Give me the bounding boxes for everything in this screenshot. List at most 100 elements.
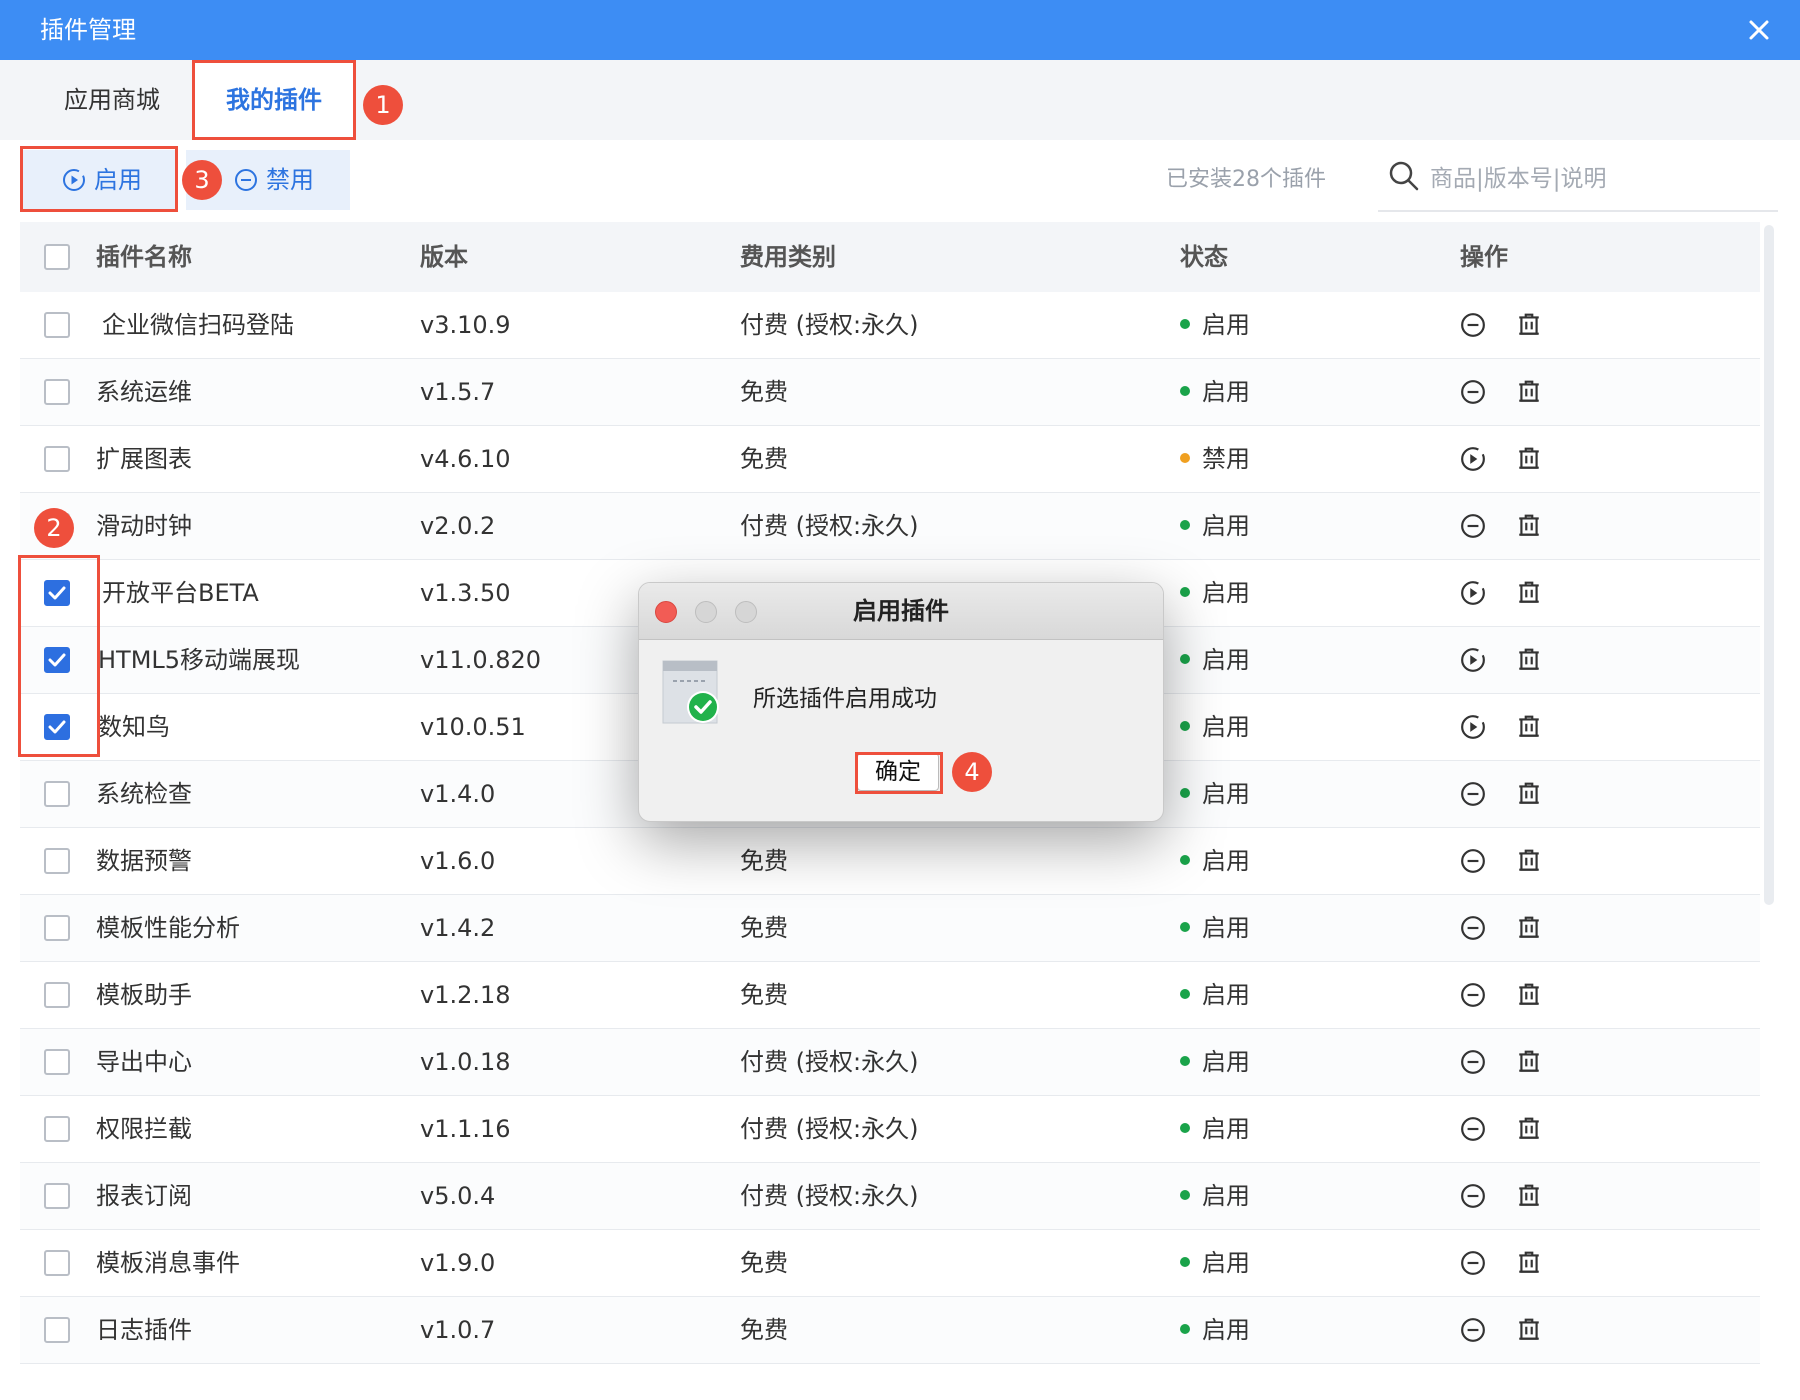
status-label: 启用 (1202, 713, 1250, 741)
disable-plugin-icon[interactable] (1460, 312, 1486, 338)
row-checkbox[interactable] (44, 848, 70, 874)
plugin-name: 模板助手 (96, 981, 192, 1009)
search-icon (1389, 161, 1419, 191)
trash-icon[interactable] (1516, 513, 1542, 539)
search-input[interactable] (1428, 158, 1772, 200)
plugin-fee: 免费 (740, 1316, 788, 1344)
row-checkbox[interactable] (44, 781, 70, 807)
status-label: 启用 (1202, 1316, 1250, 1344)
plugin-version: v1.2.18 (420, 981, 511, 1009)
table-row[interactable]: 导出中心 v1.0.18 付费 (授权:永久) 启用 (20, 1029, 1760, 1096)
table-row[interactable]: 模板性能分析 v1.4.2 免费 启用 (20, 895, 1760, 962)
enable-plugin-icon[interactable] (1460, 714, 1486, 740)
installed-count: 已安装28个插件 (1166, 167, 1326, 192)
table-row[interactable]: 日志插件 v1.0.7 免费 启用 (20, 1297, 1760, 1364)
plugin-name: 权限拦截 (96, 1115, 192, 1143)
disable-plugin-icon[interactable] (1460, 379, 1486, 405)
header-name: 插件名称 (96, 243, 192, 271)
trash-icon[interactable] (1516, 915, 1542, 941)
trash-icon[interactable] (1516, 379, 1542, 405)
row-checkbox[interactable] (44, 379, 70, 405)
close-icon[interactable] (1744, 15, 1774, 45)
plugin-fee: 付费 (授权:永久) (740, 1048, 919, 1076)
disable-plugin-icon[interactable] (1460, 1049, 1486, 1075)
trash-icon[interactable] (1516, 647, 1542, 673)
row-checkbox[interactable] (44, 915, 70, 941)
trash-icon[interactable] (1516, 1317, 1542, 1343)
header-fee: 费用类别 (740, 243, 836, 271)
trash-icon[interactable] (1516, 580, 1542, 606)
tab-app-store[interactable]: 应用商城 (40, 60, 184, 140)
row-checkbox[interactable] (44, 1116, 70, 1142)
plugin-version: v5.0.4 (420, 1182, 496, 1210)
plugin-fee: 免费 (740, 914, 788, 942)
disable-plugin-icon[interactable] (1460, 848, 1486, 874)
row-checkbox[interactable] (44, 312, 70, 338)
disable-plugin-icon[interactable] (1460, 1183, 1486, 1209)
status-label: 启用 (1202, 512, 1250, 540)
row-checkbox[interactable] (44, 1317, 70, 1343)
status-label: 启用 (1202, 981, 1250, 1009)
trash-icon[interactable] (1516, 848, 1542, 874)
plugin-version: v11.0.820 (420, 646, 542, 674)
dialog-titlebar: 启用插件 (639, 583, 1163, 640)
enable-plugin-icon[interactable] (1460, 446, 1486, 472)
trash-icon[interactable] (1516, 781, 1542, 807)
trash-icon[interactable] (1516, 1183, 1542, 1209)
plugin-status: 启用 (1180, 560, 1250, 626)
plugin-status: 禁用 (1180, 426, 1250, 492)
table-row[interactable]: 企业微信扫码登陆 v3.10.9 付费 (授权:永久) 启用 (20, 292, 1760, 359)
row-checkbox[interactable] (44, 1250, 70, 1276)
table-row[interactable]: 系统运维 v1.5.7 免费 启用 (20, 359, 1760, 426)
table-row[interactable]: 模板消息事件 v1.9.0 免费 启用 (20, 1230, 1760, 1297)
row-checkbox[interactable] (44, 1183, 70, 1209)
plugin-name: 日志插件 (96, 1316, 192, 1344)
trash-icon[interactable] (1516, 1049, 1542, 1075)
table-row[interactable]: 数据预警 v1.6.0 免费 启用 (20, 828, 1760, 895)
trash-icon[interactable] (1516, 446, 1542, 472)
trash-icon[interactable] (1516, 982, 1542, 1008)
plugin-status: 启用 (1180, 1230, 1250, 1296)
plugin-fee: 免费 (740, 445, 788, 473)
plugin-name: 企业微信扫码登陆 (102, 311, 294, 339)
scrollbar[interactable] (1764, 225, 1774, 905)
disable-plugin-icon[interactable] (1460, 1317, 1486, 1343)
plugin-status: 启用 (1180, 1163, 1250, 1229)
status-dot-icon (1180, 1056, 1190, 1066)
row-checkbox[interactable] (44, 1049, 70, 1075)
plugin-status: 启用 (1180, 828, 1250, 894)
plugin-fee: 免费 (740, 1249, 788, 1277)
table-row[interactable]: 扩展图表 v4.6.10 免费 禁用 (20, 426, 1760, 493)
trash-icon[interactable] (1516, 714, 1542, 740)
plugin-name: 滑动时钟 (96, 512, 192, 540)
row-checkbox[interactable] (44, 446, 70, 472)
table-row[interactable]: 滑动时钟 v2.0.2 付费 (授权:永久) 启用 (20, 493, 1760, 560)
status-label: 启用 (1202, 378, 1250, 406)
header-actions: 操作 (1460, 243, 1508, 271)
disable-plugin-icon[interactable] (1460, 781, 1486, 807)
plugin-version: v1.4.2 (420, 914, 496, 942)
trash-icon[interactable] (1516, 1250, 1542, 1276)
plugin-status: 启用 (1180, 962, 1250, 1028)
trash-icon[interactable] (1516, 1116, 1542, 1142)
annotation-box-1 (192, 60, 356, 140)
plugin-version: v1.0.18 (420, 1048, 511, 1076)
disable-plugin-icon[interactable] (1460, 1250, 1486, 1276)
select-all-checkbox[interactable] (44, 244, 70, 270)
plugin-name: HTML5移动端展现 (98, 646, 301, 674)
disable-plugin-icon[interactable] (1460, 915, 1486, 941)
row-checkbox[interactable] (44, 982, 70, 1008)
enable-plugin-icon[interactable] (1460, 647, 1486, 673)
table-row[interactable]: 报表订阅 v5.0.4 付费 (授权:永久) 启用 (20, 1163, 1760, 1230)
table-row[interactable]: 权限拦截 v1.1.16 付费 (授权:永久) 启用 (20, 1096, 1760, 1163)
enable-plugin-icon[interactable] (1460, 580, 1486, 606)
status-label: 启用 (1202, 1249, 1250, 1277)
plugin-fee: 免费 (740, 981, 788, 1009)
trash-icon[interactable] (1516, 312, 1542, 338)
minus-circle-icon (235, 169, 257, 191)
disable-plugin-icon[interactable] (1460, 982, 1486, 1008)
disable-plugin-icon[interactable] (1460, 1116, 1486, 1142)
table-row[interactable]: 模板助手 v1.2.18 免费 启用 (20, 962, 1760, 1029)
disable-plugin-icon[interactable] (1460, 513, 1486, 539)
plugin-fee: 付费 (授权:永久) (740, 1182, 919, 1210)
